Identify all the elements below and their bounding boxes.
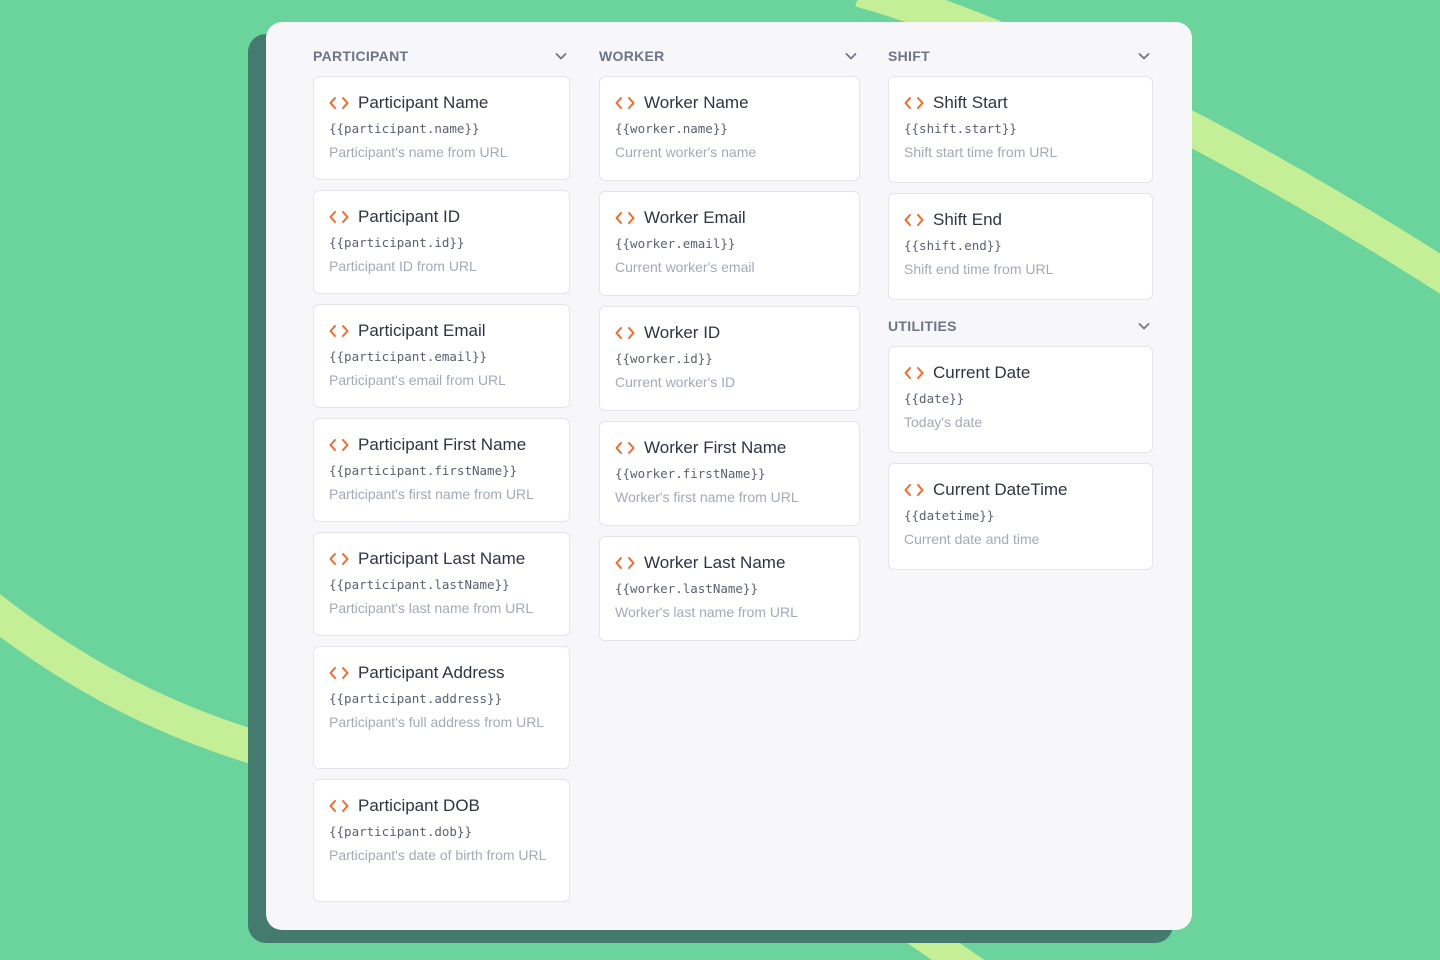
chevron-down-icon[interactable] — [1137, 49, 1151, 63]
code-icon — [329, 552, 349, 566]
variable-card-participant-id[interactable]: Participant ID {{participant.id}} Partic… — [313, 190, 570, 294]
variable-card-current-datetime[interactable]: Current DateTime {{datetime}} Current da… — [888, 463, 1153, 570]
variable-description: Participant's name from URL — [329, 144, 508, 160]
code-icon — [615, 96, 635, 110]
variable-token: {{participant.dob}} — [329, 824, 472, 839]
shift-section-title: SHIFT — [888, 48, 930, 64]
variable-name: Participant First Name — [358, 435, 527, 454]
code-icon — [904, 483, 924, 497]
variable-name: Worker First Name — [644, 438, 787, 457]
participant-section-header[interactable]: PARTICIPANT — [313, 44, 570, 68]
code-icon — [329, 438, 349, 452]
variable-description: Current worker's ID — [615, 374, 736, 390]
code-icon — [329, 96, 349, 110]
code-icon — [904, 96, 924, 110]
variable-token: {{participant.firstName}} — [329, 463, 518, 478]
code-icon — [329, 666, 349, 680]
variable-token: {{participant.id}} — [329, 235, 465, 250]
worker-column: WORKER Worker Name {{worker.name}} Curre… — [599, 44, 860, 651]
variable-description: Participant's last name from URL — [329, 600, 534, 616]
code-icon — [615, 441, 635, 455]
variable-description: Current date and time — [904, 531, 1040, 547]
variable-card-participant-name[interactable]: Participant Name {{participant.name}} Pa… — [313, 76, 570, 180]
variable-description: Worker's first name from URL — [615, 489, 799, 505]
utilities-section-header[interactable]: UTILITIES — [888, 314, 1153, 338]
variable-card-shift-start[interactable]: Shift Start {{shift.start}} Shift start … — [888, 76, 1153, 183]
code-icon — [615, 326, 635, 340]
variable-description: Participant's first name from URL — [329, 486, 534, 502]
utilities-section-title: UTILITIES — [888, 318, 957, 334]
variable-token: {{shift.start}} — [904, 121, 1017, 136]
variable-name: Shift Start — [933, 93, 1008, 112]
variable-name: Worker Email — [644, 208, 746, 227]
variable-token: {{participant.lastName}} — [329, 577, 510, 592]
variable-card-participant-dob[interactable]: Participant DOB {{participant.dob}} Part… — [313, 779, 570, 902]
variable-token: {{date}} — [904, 391, 965, 406]
shift-section-header[interactable]: SHIFT — [888, 44, 1153, 68]
variable-token: {{participant.email}} — [329, 349, 488, 364]
code-icon — [329, 210, 349, 224]
chevron-down-icon[interactable] — [1137, 319, 1151, 333]
participant-section-title: PARTICIPANT — [313, 48, 409, 64]
variable-description: Worker's last name from URL — [615, 604, 798, 620]
code-icon — [904, 366, 924, 380]
variable-description: Shift end time from URL — [904, 261, 1054, 277]
variable-token: {{worker.firstName}} — [615, 466, 766, 481]
code-icon — [615, 556, 635, 570]
variable-description: Participant's full address from URL — [329, 714, 545, 730]
variables-panel: PARTICIPANT Participant Name {{participa… — [266, 22, 1192, 930]
chevron-down-icon[interactable] — [844, 49, 858, 63]
worker-section-title: WORKER — [599, 48, 665, 64]
variable-description: Participant's date of birth from URL — [329, 847, 547, 863]
variable-description: Current worker's name — [615, 144, 757, 160]
variable-token: {{datetime}} — [904, 508, 995, 523]
variable-name: Worker Name — [644, 93, 749, 112]
shift-utilities-column: SHIFT Shift Start {{shift.start}} Shift … — [888, 44, 1153, 580]
variable-card-worker-email[interactable]: Worker Email {{worker.email}} Current wo… — [599, 191, 860, 296]
variable-description: Participant ID from URL — [329, 258, 477, 274]
variable-token: {{worker.id}} — [615, 351, 713, 366]
variable-name: Worker ID — [644, 323, 721, 342]
variable-token: {{participant.name}} — [329, 121, 480, 136]
variable-description: Today's date — [904, 414, 983, 430]
variable-name: Participant DOB — [358, 796, 480, 815]
code-icon — [904, 213, 924, 227]
variable-token: {{worker.name}} — [615, 121, 728, 136]
variable-name: Participant Email — [358, 321, 486, 340]
variable-card-participant-address[interactable]: Participant Address {{participant.addres… — [313, 646, 570, 769]
variable-description: Shift start time from URL — [904, 144, 1058, 160]
variable-card-current-date[interactable]: Current Date {{date}} Today's date — [888, 346, 1153, 453]
variable-name: Participant ID — [358, 207, 461, 226]
variable-card-worker-first-name[interactable]: Worker First Name {{worker.firstName}} W… — [599, 421, 860, 526]
variable-token: {{worker.lastName}} — [615, 581, 758, 596]
variable-name: Worker Last Name — [644, 553, 786, 572]
variable-token: {{worker.email}} — [615, 236, 736, 251]
variable-description: Current worker's email — [615, 259, 755, 275]
variable-card-shift-end[interactable]: Shift End {{shift.end}} Shift end time f… — [888, 193, 1153, 300]
variable-name: Shift End — [933, 210, 1002, 229]
variable-card-participant-email[interactable]: Participant Email {{participant.email}} … — [313, 304, 570, 408]
variable-name: Participant Name — [358, 93, 489, 112]
variable-token: {{participant.address}} — [329, 691, 503, 706]
code-icon — [329, 324, 349, 338]
variable-card-worker-last-name[interactable]: Worker Last Name {{worker.lastName}} Wor… — [599, 536, 860, 641]
variable-card-worker-id[interactable]: Worker ID {{worker.id}} Current worker's… — [599, 306, 860, 411]
variable-token: {{shift.end}} — [904, 238, 1002, 253]
variable-card-worker-name[interactable]: Worker Name {{worker.name}} Current work… — [599, 76, 860, 181]
chevron-down-icon[interactable] — [554, 49, 568, 63]
code-icon — [329, 799, 349, 813]
variable-card-participant-first-name[interactable]: Participant First Name {{participant.fir… — [313, 418, 570, 522]
variable-description: Participant's email from URL — [329, 372, 506, 388]
worker-section-header[interactable]: WORKER — [599, 44, 860, 68]
variable-name: Current Date — [933, 363, 1031, 382]
participant-column: PARTICIPANT Participant Name {{participa… — [313, 44, 570, 912]
code-icon — [615, 211, 635, 225]
variable-card-participant-last-name[interactable]: Participant Last Name {{participant.last… — [313, 532, 570, 636]
variable-name: Participant Address — [358, 663, 505, 682]
variable-name: Current DateTime — [933, 480, 1068, 499]
variable-name: Participant Last Name — [358, 549, 526, 568]
